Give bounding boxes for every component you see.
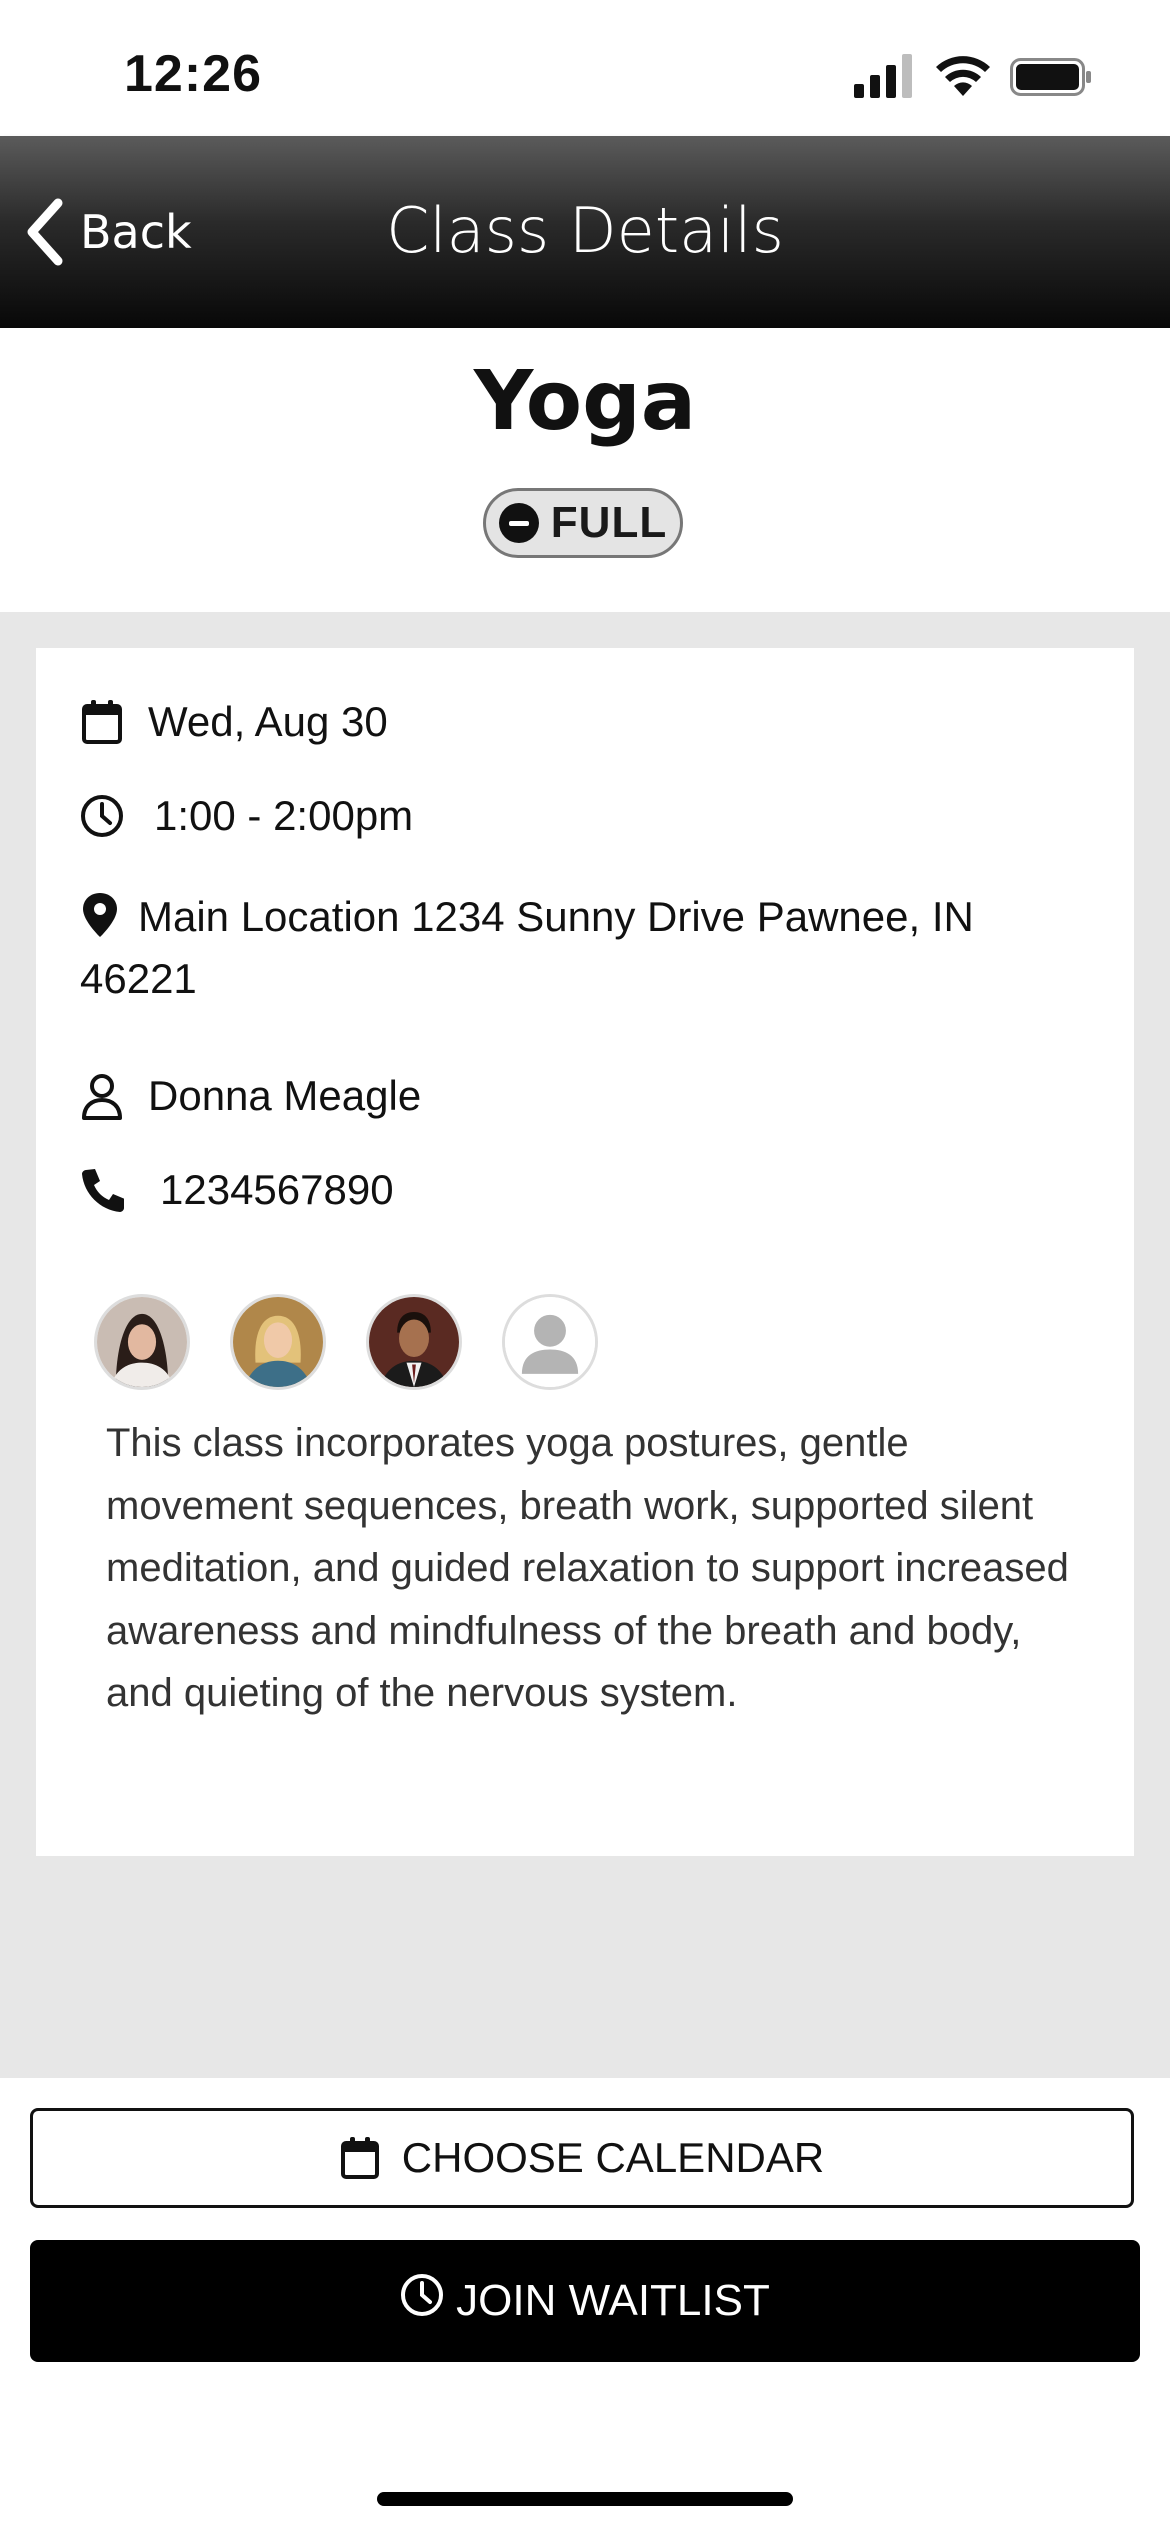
class-description: This class incorporates yoga postures, g… [106, 1421, 1069, 1715]
battery-icon [1010, 58, 1091, 96]
class-location: Main Location 1234 Sunny Drive Pawnee, I… [80, 893, 974, 1002]
calendar-icon [340, 2137, 379, 2179]
attendee-photo [369, 1297, 459, 1387]
phone-icon [82, 1169, 124, 1212]
join-waitlist-button[interactable]: JOIN WAITLIST [30, 2240, 1140, 2362]
page-title: Class Details [386, 194, 784, 267]
action-bar: CHOOSE CALENDAR JOIN WAITLIST [0, 2078, 1170, 2532]
join-waitlist-label: JOIN WAITLIST [456, 2276, 770, 2325]
time-row: 1:00 - 2:00pm [80, 792, 413, 840]
minus-circle-icon [498, 503, 539, 543]
avatar[interactable] [366, 1294, 462, 1390]
clock-icon [401, 2274, 444, 2316]
status-bar: 12:26 [0, 0, 1170, 136]
avatar[interactable] [230, 1294, 326, 1390]
user-icon [82, 1074, 122, 1120]
class-date: Wed, Aug 30 [148, 698, 388, 745]
choose-calendar-label: CHOOSE CALENDAR [401, 2134, 825, 2181]
avatar-placeholder[interactable] [502, 1294, 598, 1390]
instructor-row: Donna Meagle [80, 1072, 421, 1120]
status-badge-label: FULL [550, 498, 668, 547]
navigation-bar: Back Class Details [0, 136, 1170, 328]
content-area: Wed, Aug 30 1:00 - 2:00pm Main Location … [0, 612, 1170, 2078]
status-time: 12:26 [124, 45, 262, 103]
choose-calendar-button[interactable]: CHOOSE CALENDAR [30, 2108, 1134, 2208]
avatar[interactable] [94, 1294, 190, 1390]
class-header: Yoga FULL [0, 328, 1170, 612]
calendar-icon [82, 700, 122, 744]
phone-row[interactable]: 1234567890 [80, 1166, 394, 1214]
wifi-icon [936, 56, 990, 96]
phone-number[interactable]: 1234567890 [160, 1166, 394, 1214]
attendee-photo [97, 1297, 187, 1387]
cellular-signal-icon [854, 54, 912, 98]
status-badge: FULL [483, 488, 683, 558]
class-info-card: Wed, Aug 30 1:00 - 2:00pm Main Location … [36, 648, 1134, 1856]
class-time: 1:00 - 2:00pm [154, 792, 414, 839]
map-pin-icon [83, 893, 117, 937]
attendee-avatars [94, 1294, 638, 1390]
user-placeholder-icon [505, 1297, 595, 1387]
attendee-photo [233, 1297, 323, 1387]
instructor-name: Donna Meagle [148, 1072, 422, 1119]
home-indicator [377, 2492, 793, 2506]
date-row: Wed, Aug 30 [80, 698, 388, 746]
class-title: Yoga [473, 354, 697, 449]
clock-icon [81, 795, 123, 837]
location-row: Main Location 1234 Sunny Drive Pawnee, I… [80, 886, 1090, 1010]
